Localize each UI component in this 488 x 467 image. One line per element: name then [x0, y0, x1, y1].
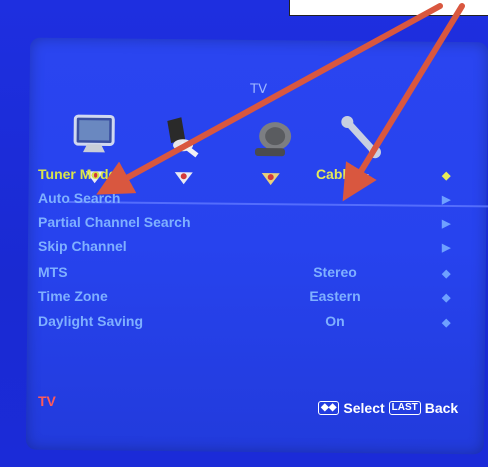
last-key-icon: LAST: [388, 401, 421, 415]
menu-title: TV: [250, 81, 268, 98]
menu-row-value: Stereo: [313, 264, 357, 280]
nav-arrows-key-icon: ◆◆: [318, 401, 340, 415]
footer-hints: ◆◆ Select LAST Back: [318, 400, 458, 416]
menu-row-partial-channel-search[interactable]: Partial Channel Search ▶: [38, 214, 468, 236]
footer-source-label: TV: [38, 393, 56, 409]
annotation-note-box: [289, 0, 488, 16]
left-right-arrows-icon[interactable]: ◆: [442, 291, 456, 304]
left-right-arrows-icon[interactable]: ◆: [442, 169, 456, 182]
menu-row-label: Partial Channel Search: [38, 214, 191, 230]
speaker-icon[interactable]: [157, 109, 210, 162]
right-arrow-icon[interactable]: ▶: [442, 217, 456, 230]
menu-row-time-zone[interactable]: Time Zone Eastern ◆: [38, 288, 468, 310]
right-arrow-icon[interactable]: ▶: [442, 193, 456, 206]
menu-row-label: Skip Channel: [38, 238, 127, 254]
back-hint[interactable]: Back: [425, 400, 458, 416]
menu-row-label: MTS: [38, 264, 68, 280]
menu-row-label: Time Zone: [38, 288, 108, 304]
menu-row-label: Tuner Mode: [38, 166, 117, 182]
left-right-arrows-icon[interactable]: ◆: [442, 267, 456, 280]
satellite-dish-icon[interactable]: [245, 110, 298, 163]
menu-row-mts[interactable]: MTS Stereo ◆: [38, 264, 468, 286]
tv-screen: TV Tuner Mode Cable ◆ Auto Search ▶ Part…: [0, 0, 488, 467]
menu-row-auto-search[interactable]: Auto Search ▶: [38, 190, 468, 212]
menu-row-value: On: [325, 313, 345, 329]
right-arrow-icon[interactable]: ▶: [442, 241, 456, 254]
menu-row-value: Cable: [315, 166, 355, 182]
menu-row-label: Auto Search: [38, 190, 121, 206]
menu-row-label: Daylight Saving: [38, 313, 144, 329]
menu-row-daylight-saving[interactable]: Daylight Saving On ◆: [38, 313, 468, 335]
tv-monitor-icon[interactable]: [69, 108, 122, 161]
menu-row-tuner-mode[interactable]: Tuner Mode Cable ◆: [38, 166, 468, 188]
menu-row-skip-channel[interactable]: Skip Channel ▶: [38, 238, 468, 260]
left-right-arrows-icon[interactable]: ◆: [442, 316, 456, 329]
select-hint: Select: [343, 400, 385, 416]
wrench-icon[interactable]: [334, 111, 387, 164]
menu-row-value: Eastern: [309, 288, 361, 304]
